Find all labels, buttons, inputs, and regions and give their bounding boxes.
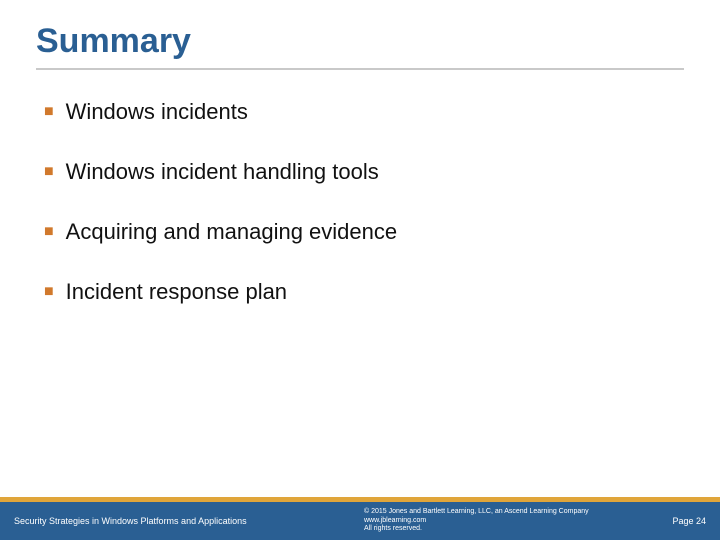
bullet-text: Incident response plan (66, 278, 287, 306)
slide: Summary ■ Windows incidents ■ Windows in… (0, 0, 720, 540)
copyright-line: www.jblearning.com (364, 517, 646, 526)
footer-copyright: © 2015 Jones and Bartlett Learning, LLC,… (354, 508, 646, 534)
slide-title: Summary (36, 22, 191, 61)
copyright-line: © 2015 Jones and Bartlett Learning, LLC,… (364, 508, 646, 517)
list-item: ■ Acquiring and managing evidence (44, 218, 684, 246)
bullet-icon: ■ (44, 98, 54, 126)
bullet-icon: ■ (44, 218, 54, 246)
list-item: ■ Windows incident handling tools (44, 158, 684, 186)
bullet-list: ■ Windows incidents ■ Windows incident h… (44, 98, 684, 338)
bullet-icon: ■ (44, 158, 54, 186)
page-number: Page 24 (646, 516, 720, 526)
title-underline (36, 68, 684, 70)
footer: Security Strategies in Windows Platforms… (0, 497, 720, 540)
bullet-text: Acquiring and managing evidence (66, 218, 397, 246)
bullet-text: Windows incident handling tools (66, 158, 379, 186)
list-item: ■ Windows incidents (44, 98, 684, 126)
list-item: ■ Incident response plan (44, 278, 684, 306)
copyright-line: All rights reserved. (364, 525, 646, 534)
footer-bar: Security Strategies in Windows Platforms… (0, 502, 720, 540)
bullet-text: Windows incidents (66, 98, 248, 126)
footer-title: Security Strategies in Windows Platforms… (0, 516, 354, 526)
bullet-icon: ■ (44, 278, 54, 306)
